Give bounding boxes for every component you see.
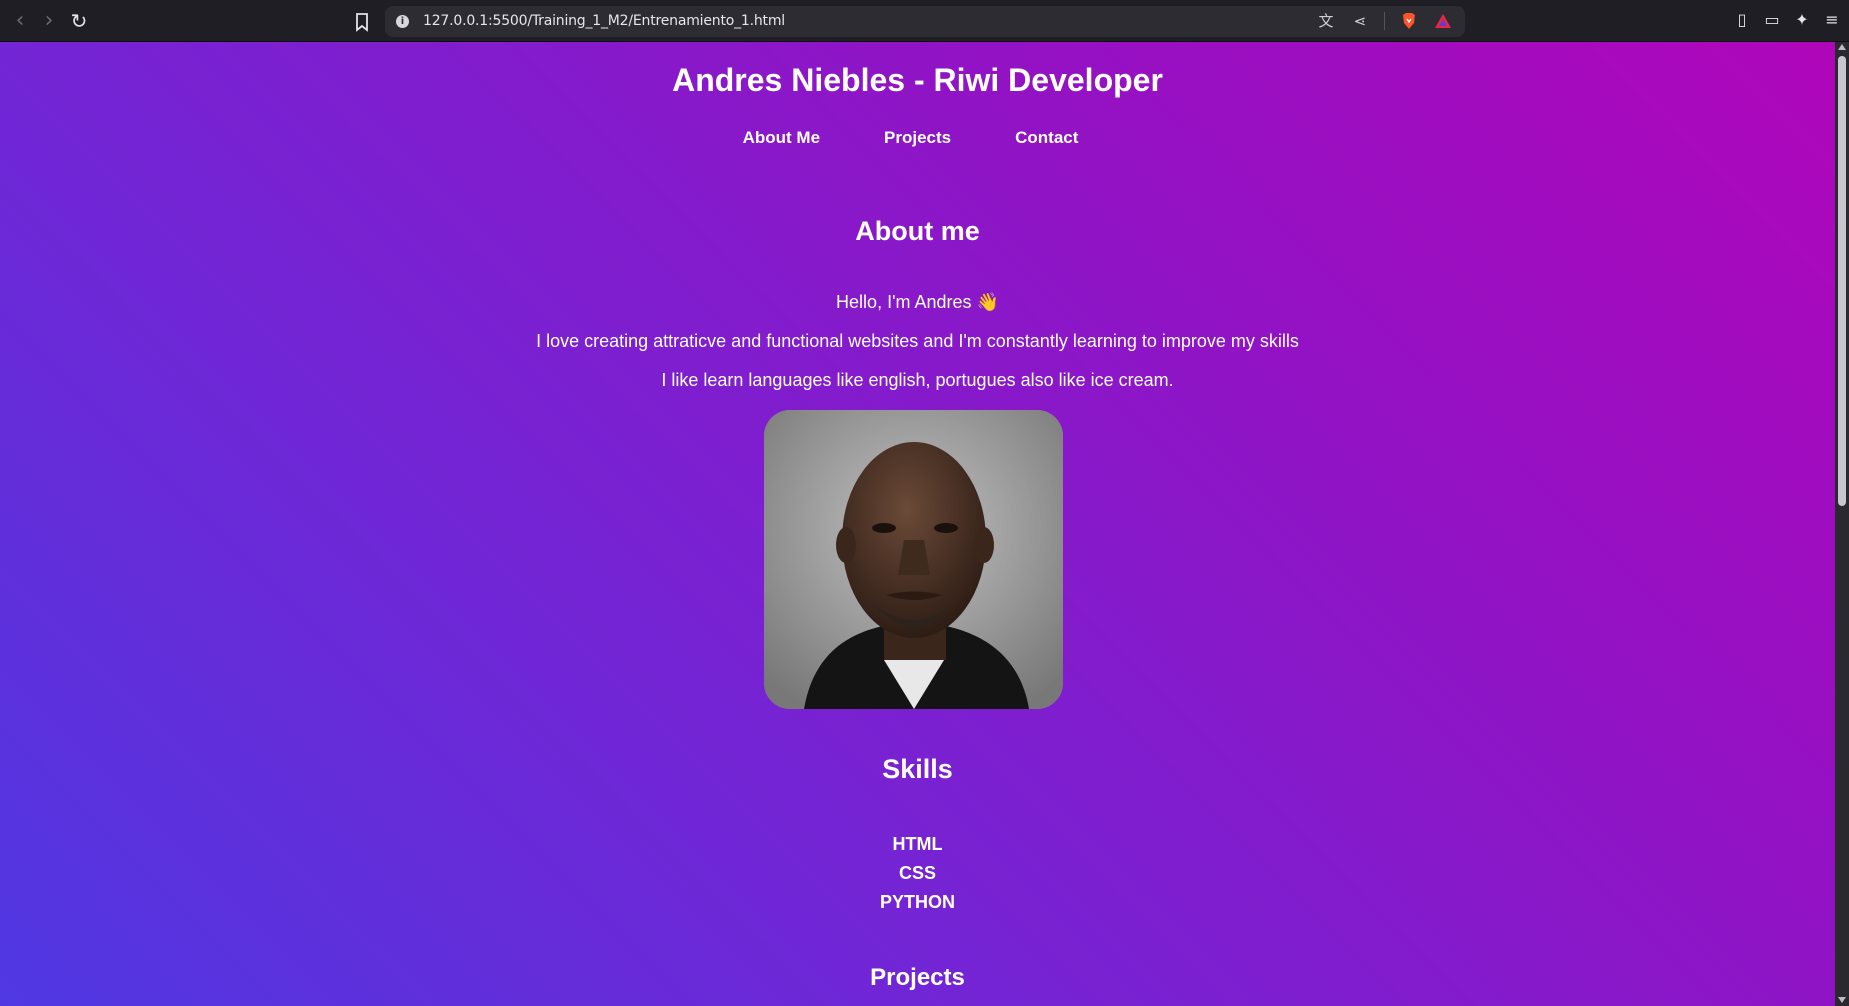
about-interests: I like learn languages like english, por…	[661, 370, 1174, 390]
browser-toolbar: ‹ › ↻ i 127.0.0.1:5500/Training_1_M2/Ent…	[0, 0, 1849, 42]
site-title: Andres Niebles - Riwi Developer	[672, 62, 1163, 98]
reload-icon[interactable]: ↻	[66, 8, 92, 34]
brave-shields-icon[interactable]	[1399, 11, 1419, 31]
url-text[interactable]: 127.0.0.1:5500/Training_1_M2/Entrenamien…	[423, 13, 785, 29]
skill-item: HTML	[892, 834, 943, 854]
divider	[1384, 12, 1385, 30]
site-nav: About Me Projects Contact	[0, 128, 1835, 148]
skill-item: PYTHON	[879, 892, 955, 912]
bookmark-icon[interactable]	[349, 9, 375, 35]
profile-photo	[764, 410, 1063, 709]
leo-ai-icon[interactable]: ✦	[1791, 9, 1813, 31]
scroll-up-arrow-icon[interactable]	[1838, 44, 1846, 50]
forward-icon[interactable]: ›	[36, 8, 62, 34]
translate-icon[interactable]: 文	[1316, 11, 1336, 31]
projects-heading: Projects	[870, 964, 965, 991]
wallet-icon[interactable]: ▭	[1761, 9, 1783, 31]
page-viewport: Andres Niebles - Riwi Developer About Me…	[0, 42, 1835, 1006]
nav-link-contact[interactable]: Contact	[1015, 128, 1078, 148]
address-bar[interactable]: i 127.0.0.1:5500/Training_1_M2/Entrenami…	[385, 6, 1465, 37]
about-greeting: Hello, I'm Andres 👋	[836, 292, 999, 312]
about-heading: About me	[855, 216, 980, 246]
skills-heading: Skills	[882, 754, 953, 784]
brave-rewards-icon[interactable]	[1433, 11, 1453, 31]
share-icon[interactable]: ⋖	[1350, 11, 1370, 31]
sidebar-icon[interactable]: ▯	[1731, 9, 1753, 31]
skill-item: CSS	[898, 863, 936, 883]
back-icon[interactable]: ‹	[7, 8, 33, 34]
scroll-down-arrow-icon[interactable]	[1838, 997, 1846, 1003]
site-info-icon[interactable]: i	[396, 15, 409, 28]
about-description: I love creating attraticve and functiona…	[536, 331, 1299, 351]
menu-icon[interactable]: ≡	[1821, 9, 1843, 31]
scroll-thumb[interactable]	[1838, 56, 1846, 506]
nav-link-about-me[interactable]: About Me	[743, 128, 820, 148]
nav-link-projects[interactable]: Projects	[884, 128, 951, 148]
page-scrollbar[interactable]	[1835, 42, 1849, 1006]
